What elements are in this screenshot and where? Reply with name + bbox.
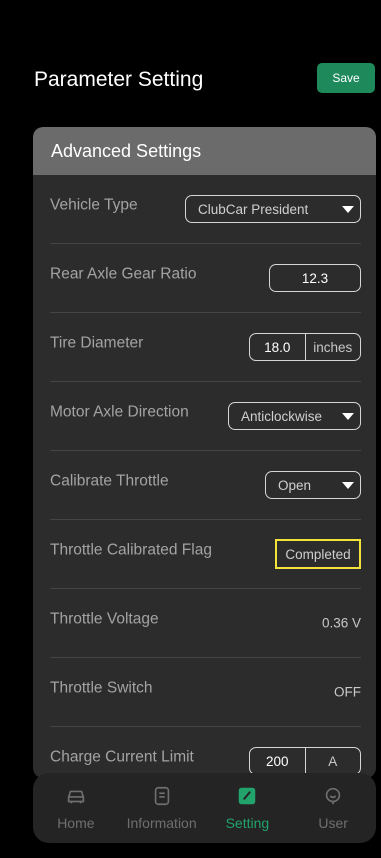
setting-label: Vehicle Type bbox=[50, 196, 138, 214]
setting-label: Calibrate Throttle bbox=[50, 472, 169, 490]
calibrate-throttle-select[interactable]: Open bbox=[265, 471, 361, 499]
setting-label: Throttle Switch bbox=[50, 679, 153, 697]
dropdown-caret-icon bbox=[342, 205, 354, 213]
setting-label: Tire Diameter bbox=[50, 334, 144, 352]
charge-current-input[interactable]: 200 A bbox=[249, 747, 361, 775]
gear-ratio-input[interactable]: 12.3 bbox=[269, 264, 361, 292]
unit-label: A bbox=[328, 753, 338, 769]
setting-row-gear-ratio: Rear Axle Gear Ratio 12.3 bbox=[50, 244, 361, 313]
save-button[interactable]: Save bbox=[317, 63, 375, 93]
top-bar: Parameter Setting Save bbox=[0, 60, 381, 100]
input-value: 18.0 bbox=[250, 334, 306, 360]
user-icon bbox=[325, 787, 341, 805]
setting-label: Charge Current Limit bbox=[50, 748, 194, 766]
throttle-switch-value: OFF bbox=[334, 684, 361, 700]
setting-row-throttle-voltage: Throttle Voltage 0.36 V bbox=[50, 589, 361, 658]
page-title: Parameter Setting bbox=[34, 68, 204, 91]
select-value: ClubCar President bbox=[198, 201, 309, 217]
dropdown-caret-icon bbox=[342, 412, 354, 420]
setting-label: Rear Axle Gear Ratio bbox=[50, 265, 197, 283]
input-value: 12.3 bbox=[301, 270, 329, 286]
setting-row-charge-current: Charge Current Limit 200 A bbox=[50, 727, 361, 778]
setting-row-throttle-switch: Throttle Switch OFF bbox=[50, 658, 361, 727]
select-value: Open bbox=[278, 477, 312, 493]
nav-label: Home bbox=[57, 815, 95, 831]
car-icon bbox=[67, 790, 85, 804]
select-value: Anticlockwise bbox=[241, 408, 323, 424]
tire-diameter-input[interactable]: 18.0 inches bbox=[249, 333, 361, 361]
setting-row-vehicle-type: Vehicle Type ClubCar President bbox=[50, 175, 361, 244]
edit-icon bbox=[239, 787, 256, 805]
setting-row-motor-direction: Motor Axle Direction Anticlockwise bbox=[50, 382, 361, 451]
setting-label: Throttle Voltage bbox=[50, 610, 159, 628]
nav-label: User bbox=[318, 815, 348, 831]
nav-label: Setting bbox=[225, 815, 270, 831]
nav-item-home[interactable]: Home bbox=[33, 773, 119, 843]
document-icon bbox=[154, 786, 169, 806]
vehicle-type-select[interactable]: ClubCar President bbox=[185, 195, 361, 223]
nav-item-setting[interactable]: Setting bbox=[205, 773, 291, 843]
bottom-nav: Home Information Setting User bbox=[33, 773, 376, 843]
motor-direction-select[interactable]: Anticlockwise bbox=[228, 402, 361, 430]
setting-label: Throttle Calibrated Flag bbox=[50, 541, 212, 559]
calibrated-flag-value: Completed bbox=[275, 539, 361, 569]
setting-label: Motor Axle Direction bbox=[50, 403, 189, 421]
setting-row-calibrated-flag: Throttle Calibrated Flag Completed bbox=[50, 520, 361, 589]
nav-label: Information bbox=[126, 815, 197, 831]
dropdown-caret-icon bbox=[342, 481, 354, 489]
nav-item-user[interactable]: User bbox=[290, 773, 376, 843]
panel-title: Advanced Settings bbox=[33, 127, 376, 175]
input-value: 200 bbox=[250, 748, 306, 774]
setting-row-tire-diameter: Tire Diameter 18.0 inches bbox=[50, 313, 361, 382]
nav-item-information[interactable]: Information bbox=[119, 773, 205, 843]
throttle-voltage-value: 0.36 V bbox=[321, 615, 361, 631]
advanced-settings-panel: Advanced Settings Vehicle Type ClubCar P… bbox=[33, 127, 376, 778]
unit-label: inches bbox=[313, 339, 353, 355]
setting-row-calibrate-throttle: Calibrate Throttle Open bbox=[50, 451, 361, 520]
